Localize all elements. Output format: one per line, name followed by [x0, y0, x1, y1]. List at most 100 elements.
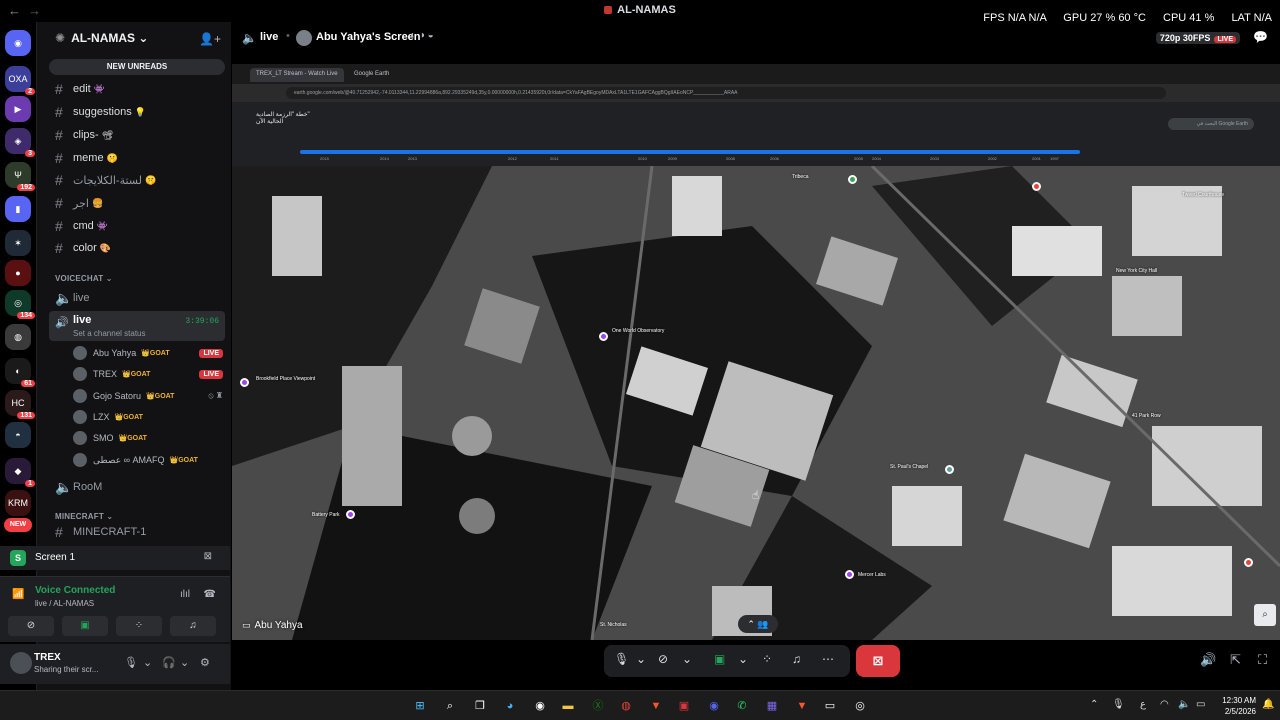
activities-icon[interactable]: ⁘ — [762, 652, 772, 666]
system-clock[interactable]: 12:30 AM 2/5/2026 — [1222, 695, 1256, 717]
voice-user[interactable]: LZX 👑GOAT — [73, 407, 223, 427]
edge-browser-icon[interactable]: ◕ — [500, 696, 520, 716]
camera-off-button[interactable]: ⊘ — [8, 616, 54, 636]
channel-arabic-1[interactable]: # لستة-الكلايجات 🤫 — [55, 170, 225, 190]
channel-color[interactable]: # color 🎨 — [55, 238, 225, 258]
voice-user[interactable]: SMO 👑GOAT — [73, 428, 223, 448]
obs-icon[interactable]: ◎ — [850, 696, 870, 716]
discord-home-icon[interactable]: ◉ — [5, 30, 31, 56]
server-icon-10[interactable]: HC 131 — [5, 390, 35, 419]
steam-icon[interactable]: ◉ — [530, 696, 550, 716]
microphone-icon[interactable]: 🎙 — [1112, 699, 1125, 710]
viewer-avatars[interactable]: ◐ ◑ ◒ — [410, 30, 434, 41]
server-header[interactable]: ✺ AL-NAMAS ⌄ — [55, 31, 148, 45]
url-field[interactable]: earth.google.com/web/@40.71252942,-74.01… — [286, 87, 1166, 99]
user-name[interactable]: TREX — [34, 652, 61, 663]
chat-bubble-icon[interactable]: 💬 — [1253, 30, 1268, 44]
chrome-icon[interactable]: ◍ — [616, 696, 636, 716]
server-icon-6[interactable]: ● — [5, 260, 31, 286]
channel-arabic-2[interactable]: # اجر 🍔 — [55, 193, 225, 213]
voice-connected-label[interactable]: Voice Connected — [35, 585, 115, 596]
whatsapp-icon[interactable]: ✆ — [732, 696, 752, 716]
grid-app-icon[interactable]: ▦ — [762, 696, 782, 716]
server-icon-3[interactable]: ◈ 3 — [5, 128, 35, 157]
windows-start-icon[interactable]: ⊞ — [410, 696, 430, 716]
end-call-button[interactable]: ⊠ — [856, 645, 900, 677]
browser-tab[interactable]: Google Earth — [348, 68, 395, 82]
signal-icon[interactable]: 📶 — [12, 589, 24, 600]
earth-search-input[interactable]: البحث في Google Earth — [1168, 118, 1254, 130]
pop-out-icon[interactable]: ⇱ — [1230, 652, 1241, 668]
microphone-icon[interactable]: 🎙 — [614, 652, 629, 666]
server-folder-icon[interactable]: ▮ — [5, 196, 31, 222]
map-pin-icon[interactable] — [240, 378, 249, 387]
voice-user[interactable]: عصطى ∞ AMAFQ 👑GOAT — [73, 450, 223, 470]
voice-location[interactable]: live / AL-NAMAS — [35, 599, 94, 608]
satellite-map[interactable]: Tribeca Tweed Courthouse One World Obser… — [232, 166, 1280, 640]
map-pin-icon[interactable] — [1244, 558, 1253, 567]
map-pin-icon[interactable] — [945, 465, 954, 474]
zoom-icon[interactable]: ⌕ — [1254, 604, 1276, 626]
notification-icon[interactable]: 🔔 — [1262, 699, 1274, 710]
live-badge[interactable]: LIVE — [199, 369, 223, 379]
stop-share-icon[interactable]: ⊠ — [204, 551, 212, 562]
stream-quality-badge[interactable]: 720p 30FPS LIVE — [1155, 32, 1240, 44]
server-icon-4[interactable]: Ψ 192 — [5, 162, 35, 191]
file-explorer-icon[interactable]: ▬ — [558, 696, 578, 716]
voice-channel-name[interactable]: live — [260, 31, 278, 43]
terminal-icon[interactable]: ▭ — [820, 696, 840, 716]
share-screen-button[interactable]: ▣ — [62, 616, 108, 636]
server-icon-12[interactable]: ◆ 1 — [5, 458, 35, 487]
discord-icon[interactable]: ◉ — [704, 696, 724, 716]
server-icon-5[interactable]: ✶ — [5, 230, 31, 256]
channel-edit[interactable]: # edit 👾 — [55, 79, 225, 99]
brave-icon[interactable]: ▼ — [792, 696, 812, 716]
more-options-icon[interactable]: ⋯ — [822, 652, 834, 666]
timeline-slider[interactable] — [300, 150, 1080, 154]
chevron-down-icon[interactable]: ⌄ — [636, 652, 646, 666]
map-pin-icon[interactable] — [599, 332, 608, 341]
channel-cmd[interactable]: # cmd 👾 — [55, 216, 225, 236]
battery-icon[interactable]: ▭ — [1196, 699, 1205, 710]
chevron-down-icon[interactable]: ⌄ — [738, 652, 748, 666]
wifi-icon[interactable]: ◠ — [1160, 699, 1169, 710]
headphones-icon[interactable]: 🎧 — [162, 656, 176, 669]
fullscreen-icon[interactable]: ⛶ — [1258, 652, 1267, 668]
speaker-icon[interactable]: 🔈 — [1178, 699, 1190, 710]
voice-user[interactable]: Abu Yahya 👑GOAT LIVE — [73, 343, 223, 363]
map-pin-icon[interactable] — [848, 175, 857, 184]
keyboard-language-icon[interactable]: ع — [1140, 699, 1146, 710]
xbox-icon[interactable]: Ⓧ — [588, 696, 608, 716]
soundboard-button[interactable]: ♫ — [170, 616, 216, 636]
new-unreads-button[interactable]: NEW UNREADS — [49, 59, 225, 75]
task-view-icon[interactable]: ❐ — [470, 696, 490, 716]
shared-screen[interactable]: TREX_LT Stream - Watch Live Google Earth… — [232, 64, 1280, 640]
channel-minecraft-1[interactable]: # MINECRAFT-1 — [55, 525, 225, 539]
server-icon-7[interactable]: ◎ 134 — [5, 290, 35, 319]
live-badge[interactable]: LIVE — [199, 348, 223, 358]
map-pin-icon[interactable] — [1032, 182, 1041, 191]
voice-user[interactable]: Gojo Satoru 👑GOAT ⦸ ♜ — [73, 386, 223, 406]
map-pin-icon[interactable] — [845, 570, 854, 579]
avatar[interactable] — [10, 652, 32, 674]
server-icon-11[interactable]: ◓ — [5, 422, 31, 448]
channel-meme[interactable]: # meme 🤫 — [55, 148, 225, 168]
activities-button[interactable]: ⁘ — [116, 616, 162, 636]
soundboard-icon[interactable]: ♫ — [792, 652, 801, 666]
voice-channel-live-prev[interactable]: 🔈 live — [55, 288, 225, 308]
server-icon-2[interactable]: ▶ — [5, 96, 31, 122]
channel-clips[interactable]: # clips- 📽 — [55, 125, 225, 145]
brave-icon[interactable]: ▼ — [646, 696, 666, 716]
category-minecraft[interactable]: MINECRAFT ⌄ — [55, 512, 113, 521]
screen-share-icon[interactable]: ▣ — [714, 652, 725, 666]
server-icon-1[interactable]: OXA 2 — [5, 66, 35, 95]
server-icon-8[interactable]: ◍ — [5, 324, 31, 350]
category-voicechat[interactable]: VOICECHAT ⌄ — [55, 274, 113, 283]
disconnect-icon[interactable]: ☎ — [204, 589, 216, 600]
channel-suggestions[interactable]: # suggestions 💡 — [55, 102, 225, 122]
voice-user[interactable]: TREX 👑GOAT LIVE — [73, 364, 223, 384]
invite-icon[interactable]: 👤+ — [199, 32, 221, 46]
search-icon[interactable]: ⌕ — [440, 696, 460, 716]
reactions-button[interactable]: ⌃ 👥 — [738, 615, 778, 633]
streaming-app-icon[interactable]: ▣ — [674, 696, 694, 716]
